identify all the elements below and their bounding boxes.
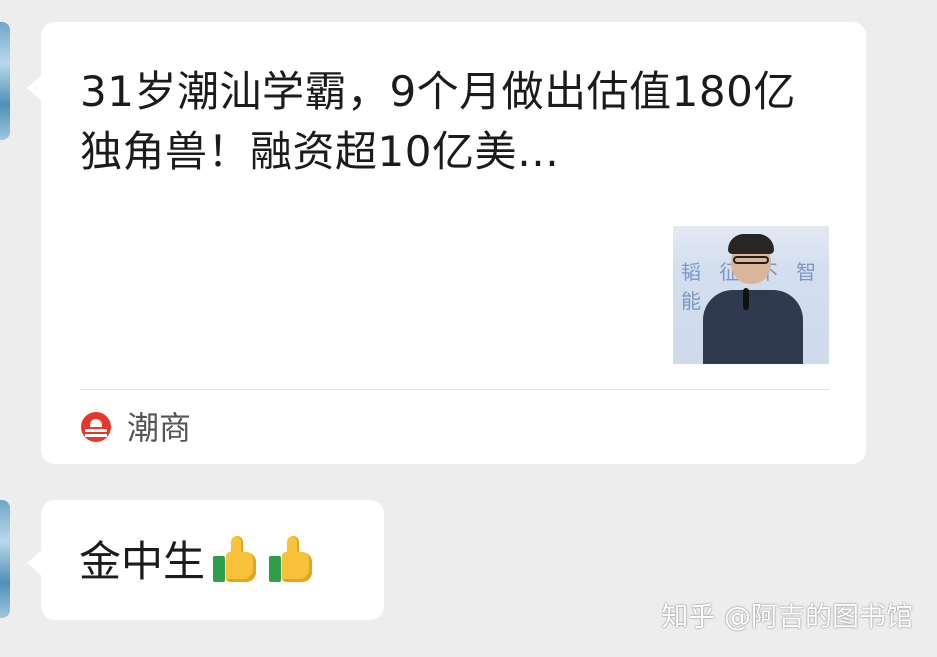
speaker-glasses [733, 256, 769, 264]
message-text: 金中生 [79, 537, 206, 586]
thumbnail-banner [673, 208, 829, 226]
chat-screen: 31岁潮汕学霸，9个月做出估值180亿独角兽！融资超10亿美… 韬 征 不 智 … [0, 0, 937, 657]
watermark: 知乎 @阿吉的图书馆 [661, 602, 913, 633]
sender-avatar[interactable] [0, 22, 10, 140]
link-card-source-name: 潮商 [127, 409, 192, 447]
text-message[interactable]: 金中生 [27, 500, 384, 620]
link-card-thumbnail: 韬 征 不 智 能 [673, 208, 829, 364]
speaker-body [703, 290, 803, 364]
message-content: 金中生 [79, 534, 317, 589]
link-card-title: 31岁潮汕学霸，9个月做出估值180亿独角兽！融资超10亿美… [80, 67, 796, 176]
card-divider [80, 389, 830, 390]
speaker-hair [728, 234, 774, 254]
link-card-message[interactable]: 31岁潮汕学霸，9个月做出估值180亿独角兽！融资超10亿美… 韬 征 不 智 … [27, 22, 866, 464]
microphone-icon [743, 288, 749, 310]
thumbs-up-icon [267, 534, 317, 584]
chaoshang-logo-icon [81, 412, 111, 442]
thumbs-up-icon [211, 534, 261, 584]
sender-avatar[interactable] [0, 500, 10, 618]
